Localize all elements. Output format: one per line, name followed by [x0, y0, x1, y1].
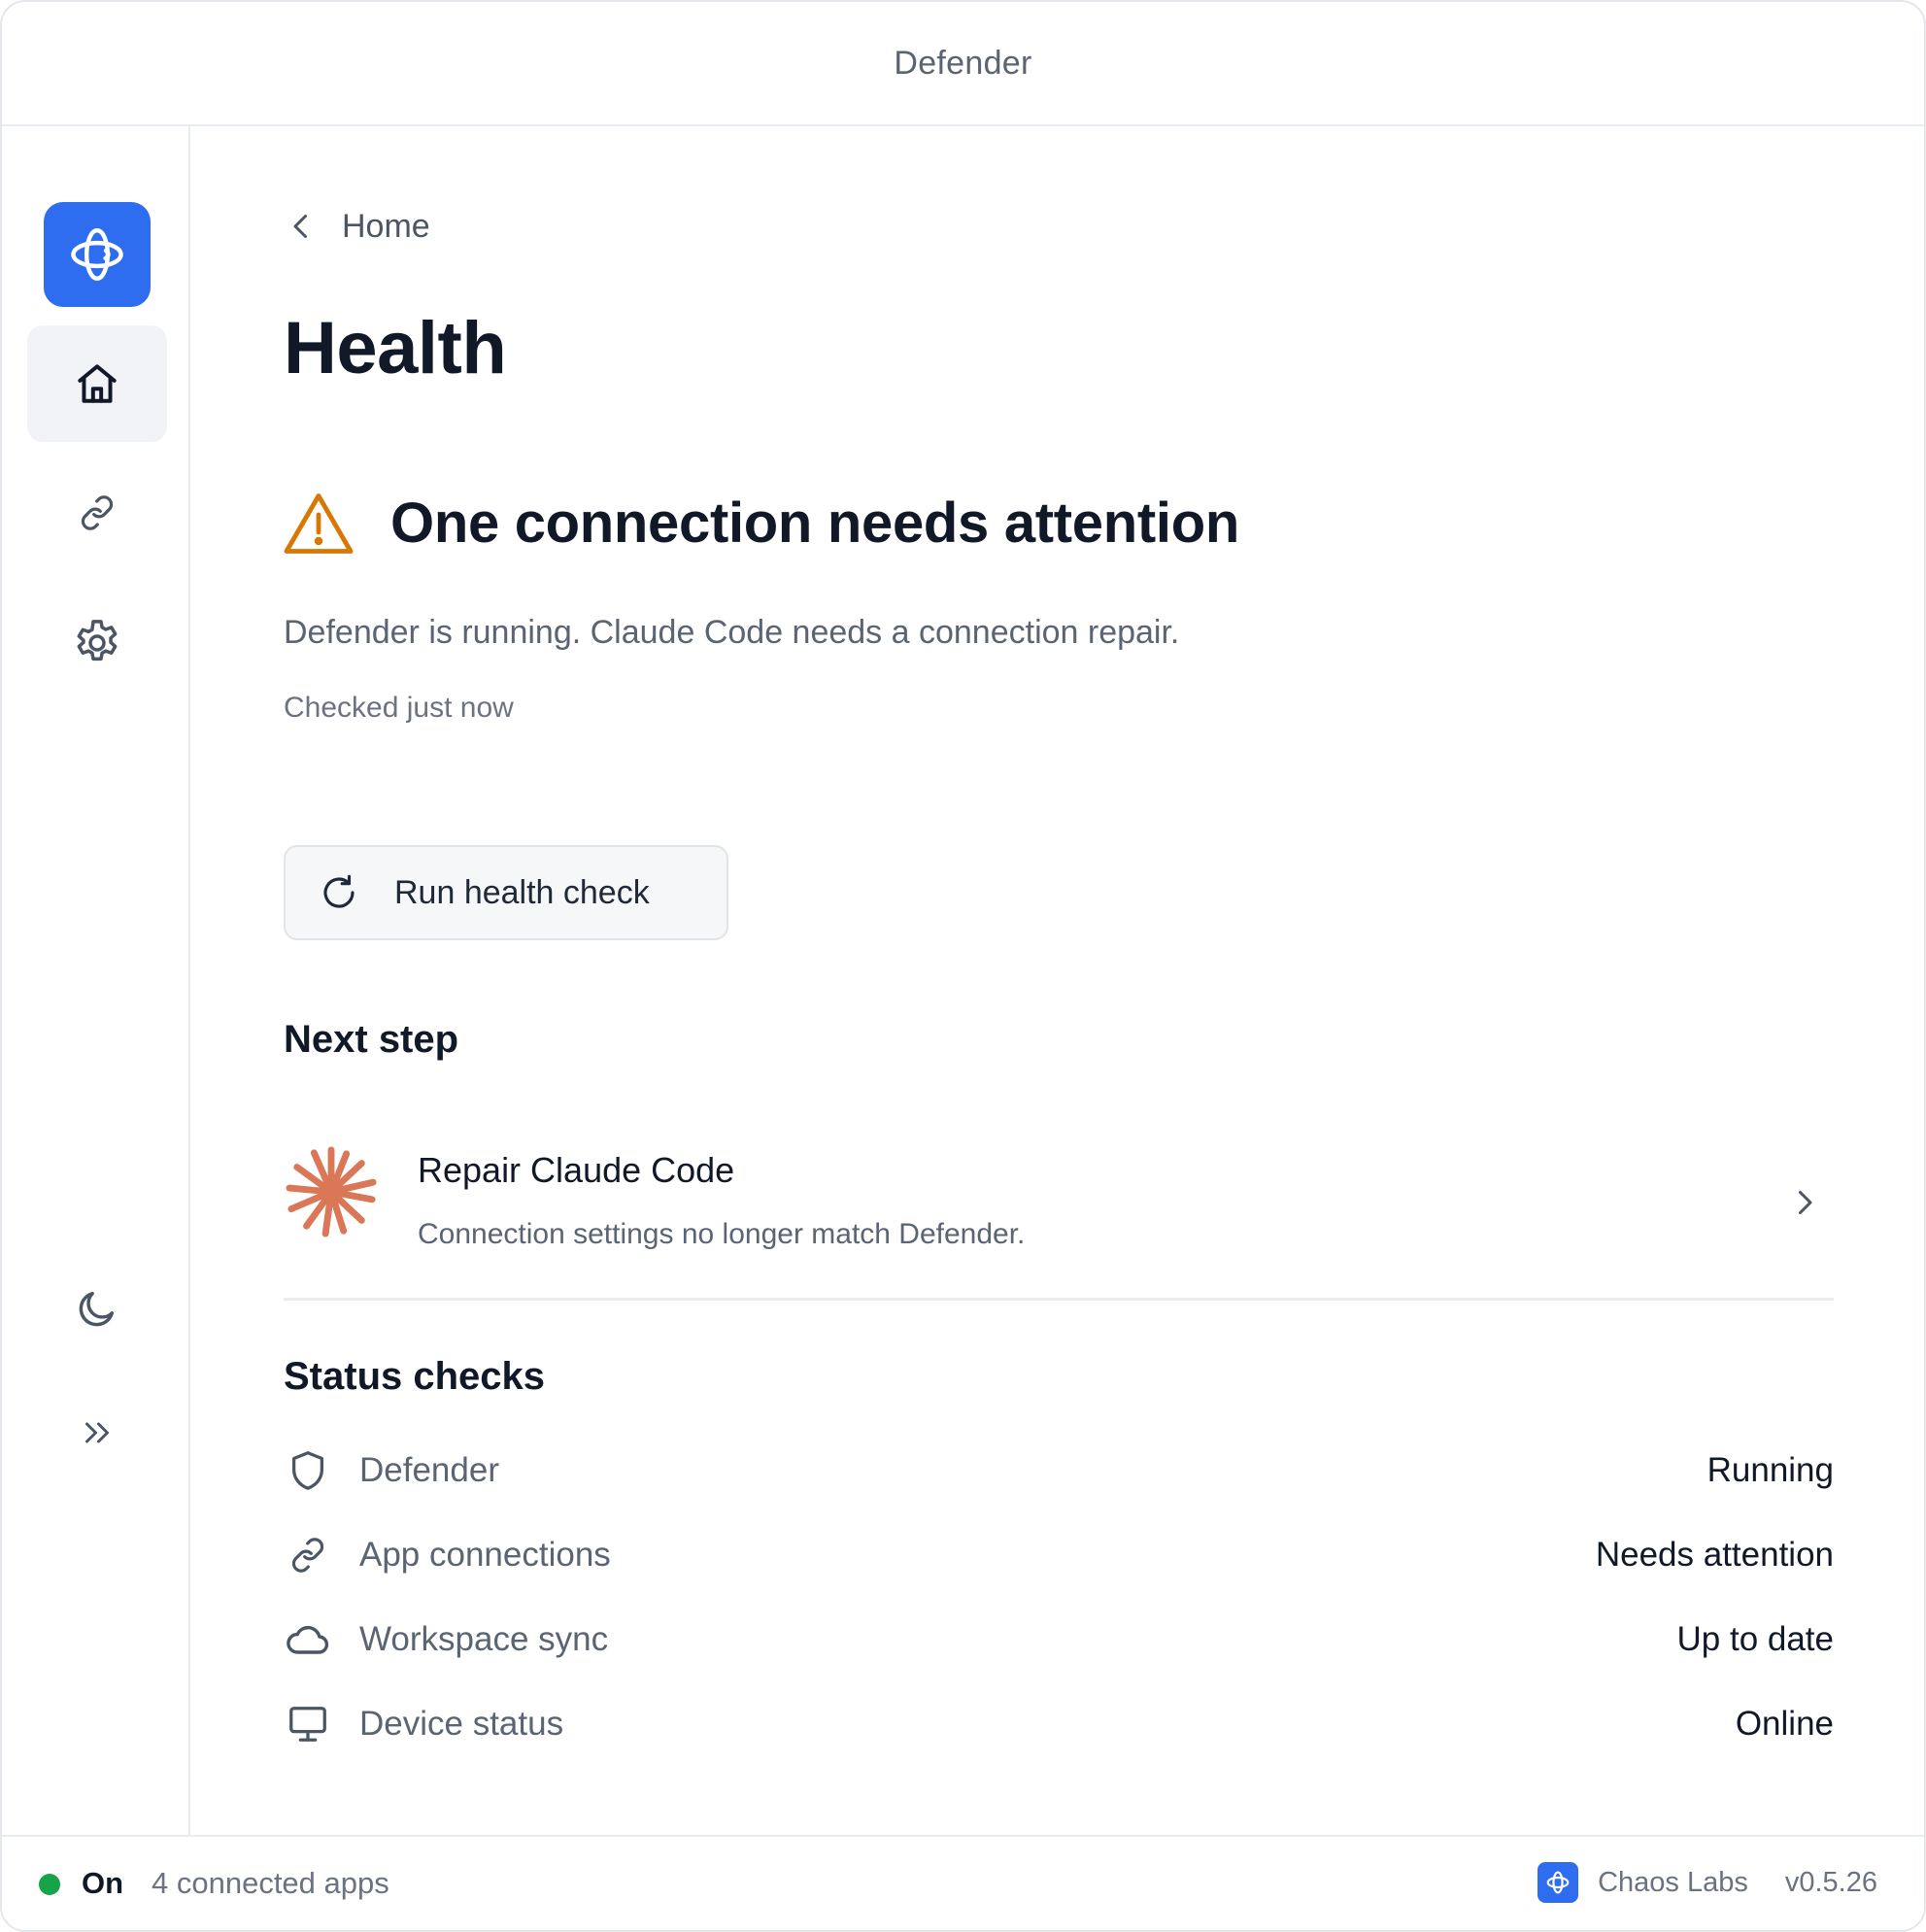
defender-logo-icon [71, 228, 123, 281]
run-health-check-label: Run health check [394, 873, 650, 911]
status-value: Needs attention [1595, 1536, 1834, 1574]
sidebar-item-connections[interactable] [27, 455, 167, 571]
status-value: Online [1735, 1705, 1834, 1743]
double-chevron-right-icon [85, 1422, 109, 1443]
cloud-icon [284, 1615, 332, 1664]
status-name: Defender [359, 1451, 499, 1489]
app-window: Defender Home Health One connection need… [0, 0, 1926, 1932]
status-row-app-connections: App connections Needs attention [284, 1526, 1834, 1584]
title-bar: Defender [2, 2, 1924, 126]
alert-title: One connection needs attention [390, 491, 1239, 555]
app-logo[interactable] [44, 202, 151, 307]
alert-description: Defender is running. Claude Code needs a… [284, 614, 1180, 651]
status-value: Up to date [1676, 1620, 1835, 1658]
page-title: Health [284, 307, 507, 390]
defender-logo-icon [1546, 1871, 1570, 1894]
sidebar-item-settings[interactable] [27, 585, 167, 701]
gear-icon [77, 620, 118, 661]
home-icon [78, 364, 117, 403]
link-icon [81, 495, 114, 530]
chevron-left-icon [293, 215, 307, 238]
refresh-icon [323, 874, 355, 908]
brand: Chaos Labs v0.5.26 [1537, 1861, 1877, 1904]
moon-icon [79, 1291, 115, 1327]
chaos-labs-logo [1537, 1862, 1579, 1903]
status-row-device-status: Device status Online [284, 1695, 1834, 1753]
link-icon [284, 1531, 332, 1579]
breadcrumb-home[interactable]: Home [342, 208, 430, 246]
warning-triangle-icon [284, 492, 354, 554]
sidebar-item-home[interactable] [27, 325, 167, 442]
shield-icon [284, 1446, 332, 1495]
status-name: App connections [359, 1536, 611, 1574]
status-row-defender: Defender Running [284, 1441, 1834, 1500]
status-bar: On 4 connected apps Chaos Labs v0.5.26 [2, 1835, 1924, 1930]
monitor-icon [284, 1700, 332, 1748]
status-dot [39, 1874, 60, 1895]
chevron-right-icon [1799, 1191, 1812, 1214]
last-checked: Checked just now [284, 692, 514, 724]
company-name: Chaos Labs [1598, 1866, 1748, 1898]
alert-banner: One connection needs attention [284, 491, 1239, 556]
next-step-heading: Next step [284, 1018, 459, 1061]
status-value: Running [1706, 1451, 1834, 1489]
run-health-check-button[interactable]: Run health check [284, 845, 728, 940]
next-step-description: Connection settings no longer match Defe… [418, 1218, 1026, 1250]
status-checks-heading: Status checks [284, 1355, 546, 1398]
expand-sidebar-button[interactable] [27, 1374, 167, 1491]
next-step-title: Repair Claude Code [418, 1150, 735, 1190]
claude-starburst-icon [286, 1146, 377, 1237]
status-row-workspace-sync: Workspace sync Up to date [284, 1610, 1834, 1669]
section-divider [284, 1298, 1834, 1301]
connected-apps-count[interactable]: 4 connected apps [152, 1866, 389, 1901]
app-version: v0.5.26 [1784, 1866, 1877, 1898]
status-name: Device status [359, 1705, 564, 1743]
protection-state: On [82, 1866, 124, 1900]
breadcrumb[interactable]: Home [284, 202, 430, 251]
status-name: Workspace sync [359, 1620, 609, 1658]
repair-claude-code-item[interactable]: Repair Claude Code Connection settings n… [284, 1117, 1834, 1272]
window-title: Defender [894, 44, 1032, 82]
theme-toggle-button[interactable] [27, 1250, 167, 1367]
sidebar [2, 126, 190, 1839]
